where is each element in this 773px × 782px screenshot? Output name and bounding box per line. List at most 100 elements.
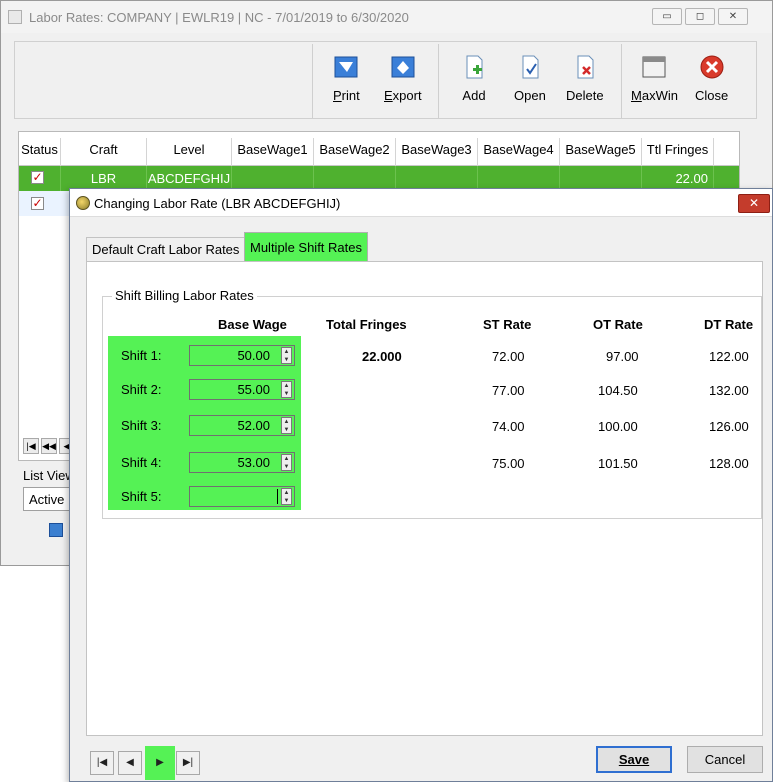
minimize-button[interactable]: ▭ xyxy=(652,8,682,25)
status-cell[interactable]: ✓ xyxy=(19,166,61,191)
column-header[interactable]: Craft xyxy=(61,138,147,166)
toolbar-separator xyxy=(312,44,313,118)
shift-3-label: Shift 3: xyxy=(121,418,162,433)
shift-2-base-wage-input[interactable]: 55.00 ▲ ▼ xyxy=(189,379,295,400)
shift-4-base-wage-input[interactable]: 53.00 ▲ ▼ xyxy=(189,452,295,473)
shift-4-label: Shift 4: xyxy=(121,455,162,470)
maximize-window-icon xyxy=(641,54,667,80)
column-header[interactable]: BaseWage2 xyxy=(314,138,396,166)
shift-3-ot-rate: 100.00 xyxy=(598,419,638,434)
ot-rate-header: OT Rate xyxy=(593,317,643,332)
cancel-button[interactable]: Cancel xyxy=(687,746,763,773)
save-button[interactable]: Save xyxy=(596,746,672,773)
base-wage-header: Base Wage xyxy=(218,317,287,332)
delete-document-icon xyxy=(572,54,598,80)
dialog-close-button[interactable]: ✕ xyxy=(738,194,770,213)
next-record-icon[interactable]: ▶ xyxy=(145,746,175,780)
text-caret xyxy=(277,489,278,504)
window-title: Labor Rates: COMPANY | EWLR19 | NC - 7/0… xyxy=(29,10,409,25)
delete-label: Delete xyxy=(566,88,604,103)
open-button[interactable]: Open xyxy=(514,54,546,103)
add-document-icon xyxy=(461,54,487,80)
last-record-icon[interactable]: ▶| xyxy=(176,751,200,775)
shift-4-st-rate: 75.00 xyxy=(492,456,525,471)
group-title: Shift Billing Labor Rates xyxy=(112,288,257,303)
dialog-app-icon xyxy=(76,196,90,210)
shift-2-dt-rate: 132.00 xyxy=(709,383,749,398)
maximize-button[interactable]: ◻ xyxy=(685,8,715,25)
dt-rate-header: DT Rate xyxy=(704,317,754,332)
shift-3-base-wage-value: 52.00 xyxy=(237,418,270,433)
spinner-arrows-icon[interactable]: ▲ ▼ xyxy=(281,454,292,471)
previous-page-icon[interactable]: ◀◀ xyxy=(41,438,57,454)
shift-1-label: Shift 1: xyxy=(121,348,162,363)
print-label: rint xyxy=(341,88,360,103)
shift-3-st-rate: 74.00 xyxy=(492,419,525,434)
shift-4-dt-rate: 128.00 xyxy=(709,456,749,471)
refresh-icon[interactable] xyxy=(49,523,63,537)
spinner-arrows-icon[interactable]: ▲ ▼ xyxy=(281,488,292,505)
first-record-icon[interactable]: |◀ xyxy=(90,751,114,775)
shift-1-ot-rate: 97.00 xyxy=(606,349,639,364)
changing-labor-rate-dialog: Changing Labor Rate (LBR ABCDEFGHIJ) ✕ D… xyxy=(69,188,773,782)
export-button[interactable]: Export xyxy=(384,54,422,103)
total-fringes-header: Total Fringes xyxy=(326,317,407,332)
maxwin-button[interactable]: MaxWin xyxy=(631,54,678,103)
grid-header: Status Craft Level BaseWage1 BaseWage2 B… xyxy=(19,138,739,166)
column-header[interactable]: Status xyxy=(19,138,61,166)
shift-5-base-wage-input[interactable]: ▲ ▼ xyxy=(189,486,295,507)
total-fringes-value: 22.000 xyxy=(362,349,402,364)
add-label: Add xyxy=(462,88,486,103)
add-button[interactable]: Add xyxy=(461,54,487,103)
close-circle-icon xyxy=(699,54,725,80)
shift-3-dt-rate: 126.00 xyxy=(709,419,749,434)
shift-billing-group: Shift Billing Labor Rates Base Wage Tota… xyxy=(102,288,762,519)
column-header[interactable]: BaseWage4 xyxy=(478,138,560,166)
column-header[interactable]: BaseWage5 xyxy=(560,138,642,166)
tab-default-craft-labor-rates[interactable]: Default Craft Labor Rates xyxy=(86,237,246,263)
status-checkbox[interactable]: ✓ xyxy=(31,197,44,210)
toolbar-separator xyxy=(438,44,439,118)
list-view-select[interactable]: Active xyxy=(23,487,73,511)
shift-5-label: Shift 5: xyxy=(121,489,162,504)
shift-2-label: Shift 2: xyxy=(121,382,162,397)
column-header[interactable]: Level xyxy=(147,138,232,166)
print-button[interactable]: Print xyxy=(333,54,360,103)
shift-1-base-wage-value: 50.00 xyxy=(237,348,270,363)
shift-2-base-wage-value: 55.00 xyxy=(237,382,270,397)
shift-1-st-rate: 72.00 xyxy=(492,349,525,364)
shift-4-base-wage-value: 53.00 xyxy=(237,455,270,470)
close-button[interactable]: Close xyxy=(695,54,728,103)
shift-1-base-wage-input[interactable]: 50.00 ▲ ▼ xyxy=(189,345,295,366)
spinner-arrows-icon[interactable]: ▲ ▼ xyxy=(281,347,292,364)
delete-button[interactable]: Delete xyxy=(566,54,604,103)
shift-1-dt-rate: 122.00 xyxy=(709,349,749,364)
shift-2-ot-rate: 104.50 xyxy=(598,383,638,398)
dialog-title: Changing Labor Rate (LBR ABCDEFGHIJ) xyxy=(94,196,341,211)
first-record-icon[interactable]: |◀ xyxy=(23,438,39,454)
spinner-arrows-icon[interactable]: ▲ ▼ xyxy=(281,417,292,434)
shift-2-st-rate: 77.00 xyxy=(492,383,525,398)
dialog-title-bar: Changing Labor Rate (LBR ABCDEFGHIJ) ✕ xyxy=(70,189,772,217)
open-label: Open xyxy=(514,88,546,103)
column-header[interactable]: BaseWage3 xyxy=(396,138,478,166)
shift-3-base-wage-input[interactable]: 52.00 ▲ ▼ xyxy=(189,415,295,436)
st-rate-header: ST Rate xyxy=(483,317,532,332)
close-label: Close xyxy=(695,88,729,103)
export-icon xyxy=(390,54,416,80)
shift-4-ot-rate: 101.50 xyxy=(598,456,638,471)
save-label: Save xyxy=(618,752,650,767)
toolbar: Print Export Add Open Delete MaxWin Clos… xyxy=(14,41,757,119)
close-window-button[interactable]: ✕ xyxy=(718,8,748,25)
tab-multiple-shift-rates[interactable]: Multiple Shift Rates xyxy=(244,232,368,263)
column-header[interactable]: Ttl Fringes xyxy=(642,138,714,166)
open-document-icon xyxy=(517,54,543,80)
app-icon xyxy=(8,10,22,24)
spinner-arrows-icon[interactable]: ▲ ▼ xyxy=(281,381,292,398)
previous-record-icon[interactable]: ◀ xyxy=(118,751,142,775)
status-checkbox[interactable]: ✓ xyxy=(31,171,44,184)
column-header[interactable]: BaseWage1 xyxy=(232,138,314,166)
table-row[interactable]: ✓ xyxy=(19,191,69,216)
toolbar-separator xyxy=(621,44,622,118)
print-icon xyxy=(333,54,359,80)
